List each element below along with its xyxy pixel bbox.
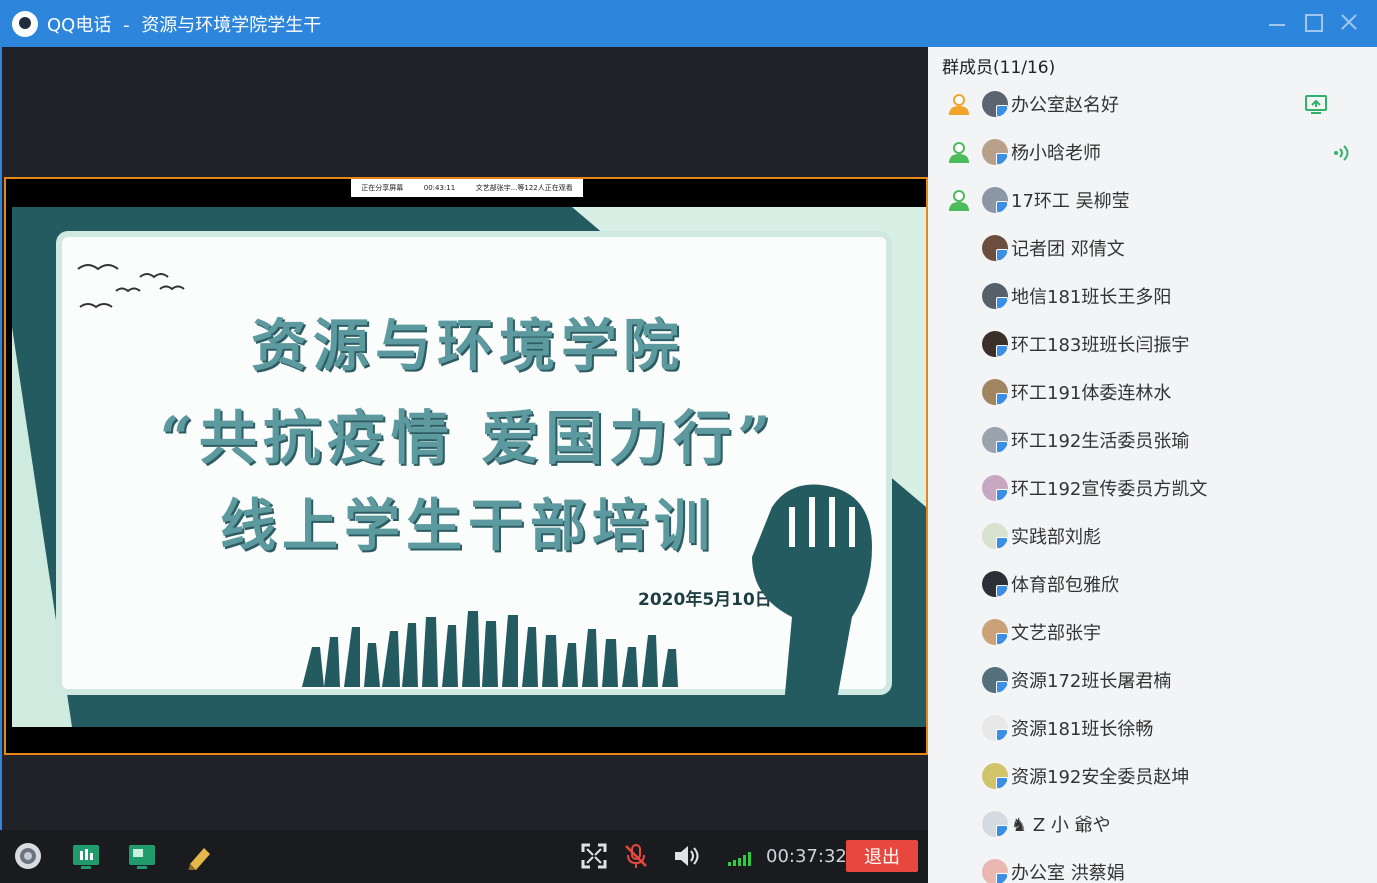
screen-sharing-status-icon: [1305, 95, 1327, 114]
screen-share-icon[interactable]: [128, 842, 156, 870]
member-avatar[interactable]: [982, 619, 1008, 645]
share-duration: 00:43:11: [423, 184, 456, 192]
maximize-button[interactable]: [1303, 12, 1323, 32]
shared-slide: 资源与环境学院 “共抗疫情 爱国力行” 线上学生干部培训 2020年5月10日: [12, 207, 926, 727]
member-avatar[interactable]: [982, 571, 1008, 597]
member-row[interactable]: 资源192安全委员赵坤: [928, 753, 1377, 801]
member-avatar[interactable]: [982, 859, 1008, 883]
member-avatar[interactable]: [982, 715, 1008, 741]
member-row[interactable]: 17环工 吴柳莹: [928, 177, 1377, 225]
member-name: 资源181班长徐畅: [1011, 719, 1154, 740]
call-timer: 00:37:32: [766, 846, 847, 867]
qq-logo-icon: [12, 10, 38, 37]
group-name: 资源与环境学院学生干: [141, 14, 322, 36]
member-avatar[interactable]: [982, 139, 1008, 165]
exit-call-button[interactable]: 退出: [846, 840, 918, 872]
member-avatar[interactable]: [982, 331, 1008, 357]
member-name: 办公室 洪蔡娟: [1011, 863, 1125, 883]
member-avatar[interactable]: [982, 379, 1008, 405]
member-name: 环工192宣传委员方凯文: [1011, 479, 1208, 500]
member-name: 体育部包雅欣: [1011, 575, 1119, 596]
member-name: 环工183班班长闫振宇: [1011, 335, 1190, 356]
share-status: 正在分享屏幕: [361, 184, 404, 192]
member-avatar[interactable]: [982, 91, 1008, 117]
slide-title-line1: 资源与环境学院: [251, 313, 685, 379]
minimize-button[interactable]: [1267, 12, 1287, 32]
title-separator: -: [123, 14, 130, 36]
member-name: 办公室赵名好: [1011, 95, 1119, 116]
member-name: 地信181班长王多阳: [1011, 287, 1172, 308]
raised-fist-icon: [752, 484, 872, 727]
member-name: 环工192生活委员张瑜: [1011, 431, 1190, 452]
speaking-status-icon: [1334, 145, 1349, 161]
microphone-muted-icon[interactable]: [622, 842, 650, 870]
video-area: 正在分享屏幕 00:43:11 文艺部张宇...等122人正在观看 资源与环境学…: [0, 47, 928, 830]
member-name: 杨小晗老师: [1011, 143, 1101, 164]
member-avatar[interactable]: [982, 523, 1008, 549]
member-avatar[interactable]: [982, 667, 1008, 693]
member-row[interactable]: 实践部刘彪: [928, 513, 1377, 561]
member-name: 记者团 邓倩文: [1011, 239, 1125, 260]
member-row[interactable]: 体育部包雅欣: [928, 561, 1377, 609]
member-avatar[interactable]: [982, 427, 1008, 453]
member-name: 文艺部张宇: [1011, 623, 1101, 644]
signal-strength-icon: [728, 852, 751, 866]
member-row[interactable]: 环工183班班长闫振宇: [928, 321, 1377, 369]
admin-person-icon: [949, 94, 969, 115]
member-row[interactable]: 办公室 洪蔡娟: [928, 849, 1377, 883]
member-row[interactable]: 环工192宣传委员方凯文: [928, 465, 1377, 513]
member-name: 17环工 吴柳莹: [1011, 191, 1130, 212]
call-toolbar: 00:37:32 退出: [0, 830, 928, 883]
speaker-volume-icon[interactable]: [672, 842, 700, 870]
window-title: QQ电话 - 资源与环境学院学生干: [47, 11, 321, 37]
member-row[interactable]: 杨小晗老师: [928, 129, 1377, 177]
member-name: 实践部刘彪: [1011, 527, 1101, 548]
member-avatar[interactable]: [982, 283, 1008, 309]
member-name: 资源172班长屠君楠: [1011, 671, 1172, 692]
slide-title-line2: “共抗疫情 爱国力行”: [159, 404, 777, 472]
member-row[interactable]: 环工191体委连林水: [928, 369, 1377, 417]
member-row[interactable]: 办公室赵名好: [928, 81, 1377, 129]
member-person-icon: [949, 190, 969, 211]
screen-share-frame[interactable]: 正在分享屏幕 00:43:11 文艺部张宇...等122人正在观看 资源与环境学…: [4, 177, 928, 755]
share-viewers: 文艺部张宇...等122人正在观看: [475, 184, 573, 192]
member-row[interactable]: 记者团 邓倩文: [928, 225, 1377, 273]
member-avatar[interactable]: [982, 811, 1008, 837]
member-row[interactable]: ♞ Z 小 爺や: [928, 801, 1377, 849]
member-row[interactable]: 地信181班长王多阳: [928, 273, 1377, 321]
member-row[interactable]: 资源172班长屠君楠: [928, 657, 1377, 705]
close-button[interactable]: [1339, 12, 1359, 32]
member-avatar[interactable]: [982, 187, 1008, 213]
app-name: QQ电话: [47, 14, 112, 36]
presentation-chart-icon[interactable]: [72, 842, 100, 870]
members-header: 群成员(11/16): [942, 58, 1056, 78]
whiteboard-pen-icon[interactable]: [186, 842, 214, 870]
share-status-bar: 正在分享屏幕 00:43:11 文艺部张宇...等122人正在观看: [351, 179, 583, 197]
member-name: 环工191体委连林水: [1011, 383, 1172, 404]
member-name: ♞ Z 小 爺や: [1011, 815, 1111, 836]
member-avatar[interactable]: [982, 235, 1008, 261]
title-bar: QQ电话 - 资源与环境学院学生干: [0, 0, 1377, 47]
member-row[interactable]: 文艺部张宇: [928, 609, 1377, 657]
raised-hands-icon: [302, 611, 678, 687]
member-row[interactable]: 环工192生活委员张瑜: [928, 417, 1377, 465]
camera-icon[interactable]: [14, 842, 42, 870]
fullscreen-icon[interactable]: [580, 842, 608, 870]
member-row[interactable]: 资源181班长徐畅: [928, 705, 1377, 753]
member-name: 资源192安全委员赵坤: [1011, 767, 1190, 788]
member-avatar[interactable]: [982, 763, 1008, 789]
group-members-panel: 群成员(11/16) 办公室赵名好 杨小晗老师 17环工 吴柳莹 记者团 邓倩文地信1…: [928, 47, 1377, 883]
member-person-icon: [949, 142, 969, 163]
member-avatar[interactable]: [982, 475, 1008, 501]
